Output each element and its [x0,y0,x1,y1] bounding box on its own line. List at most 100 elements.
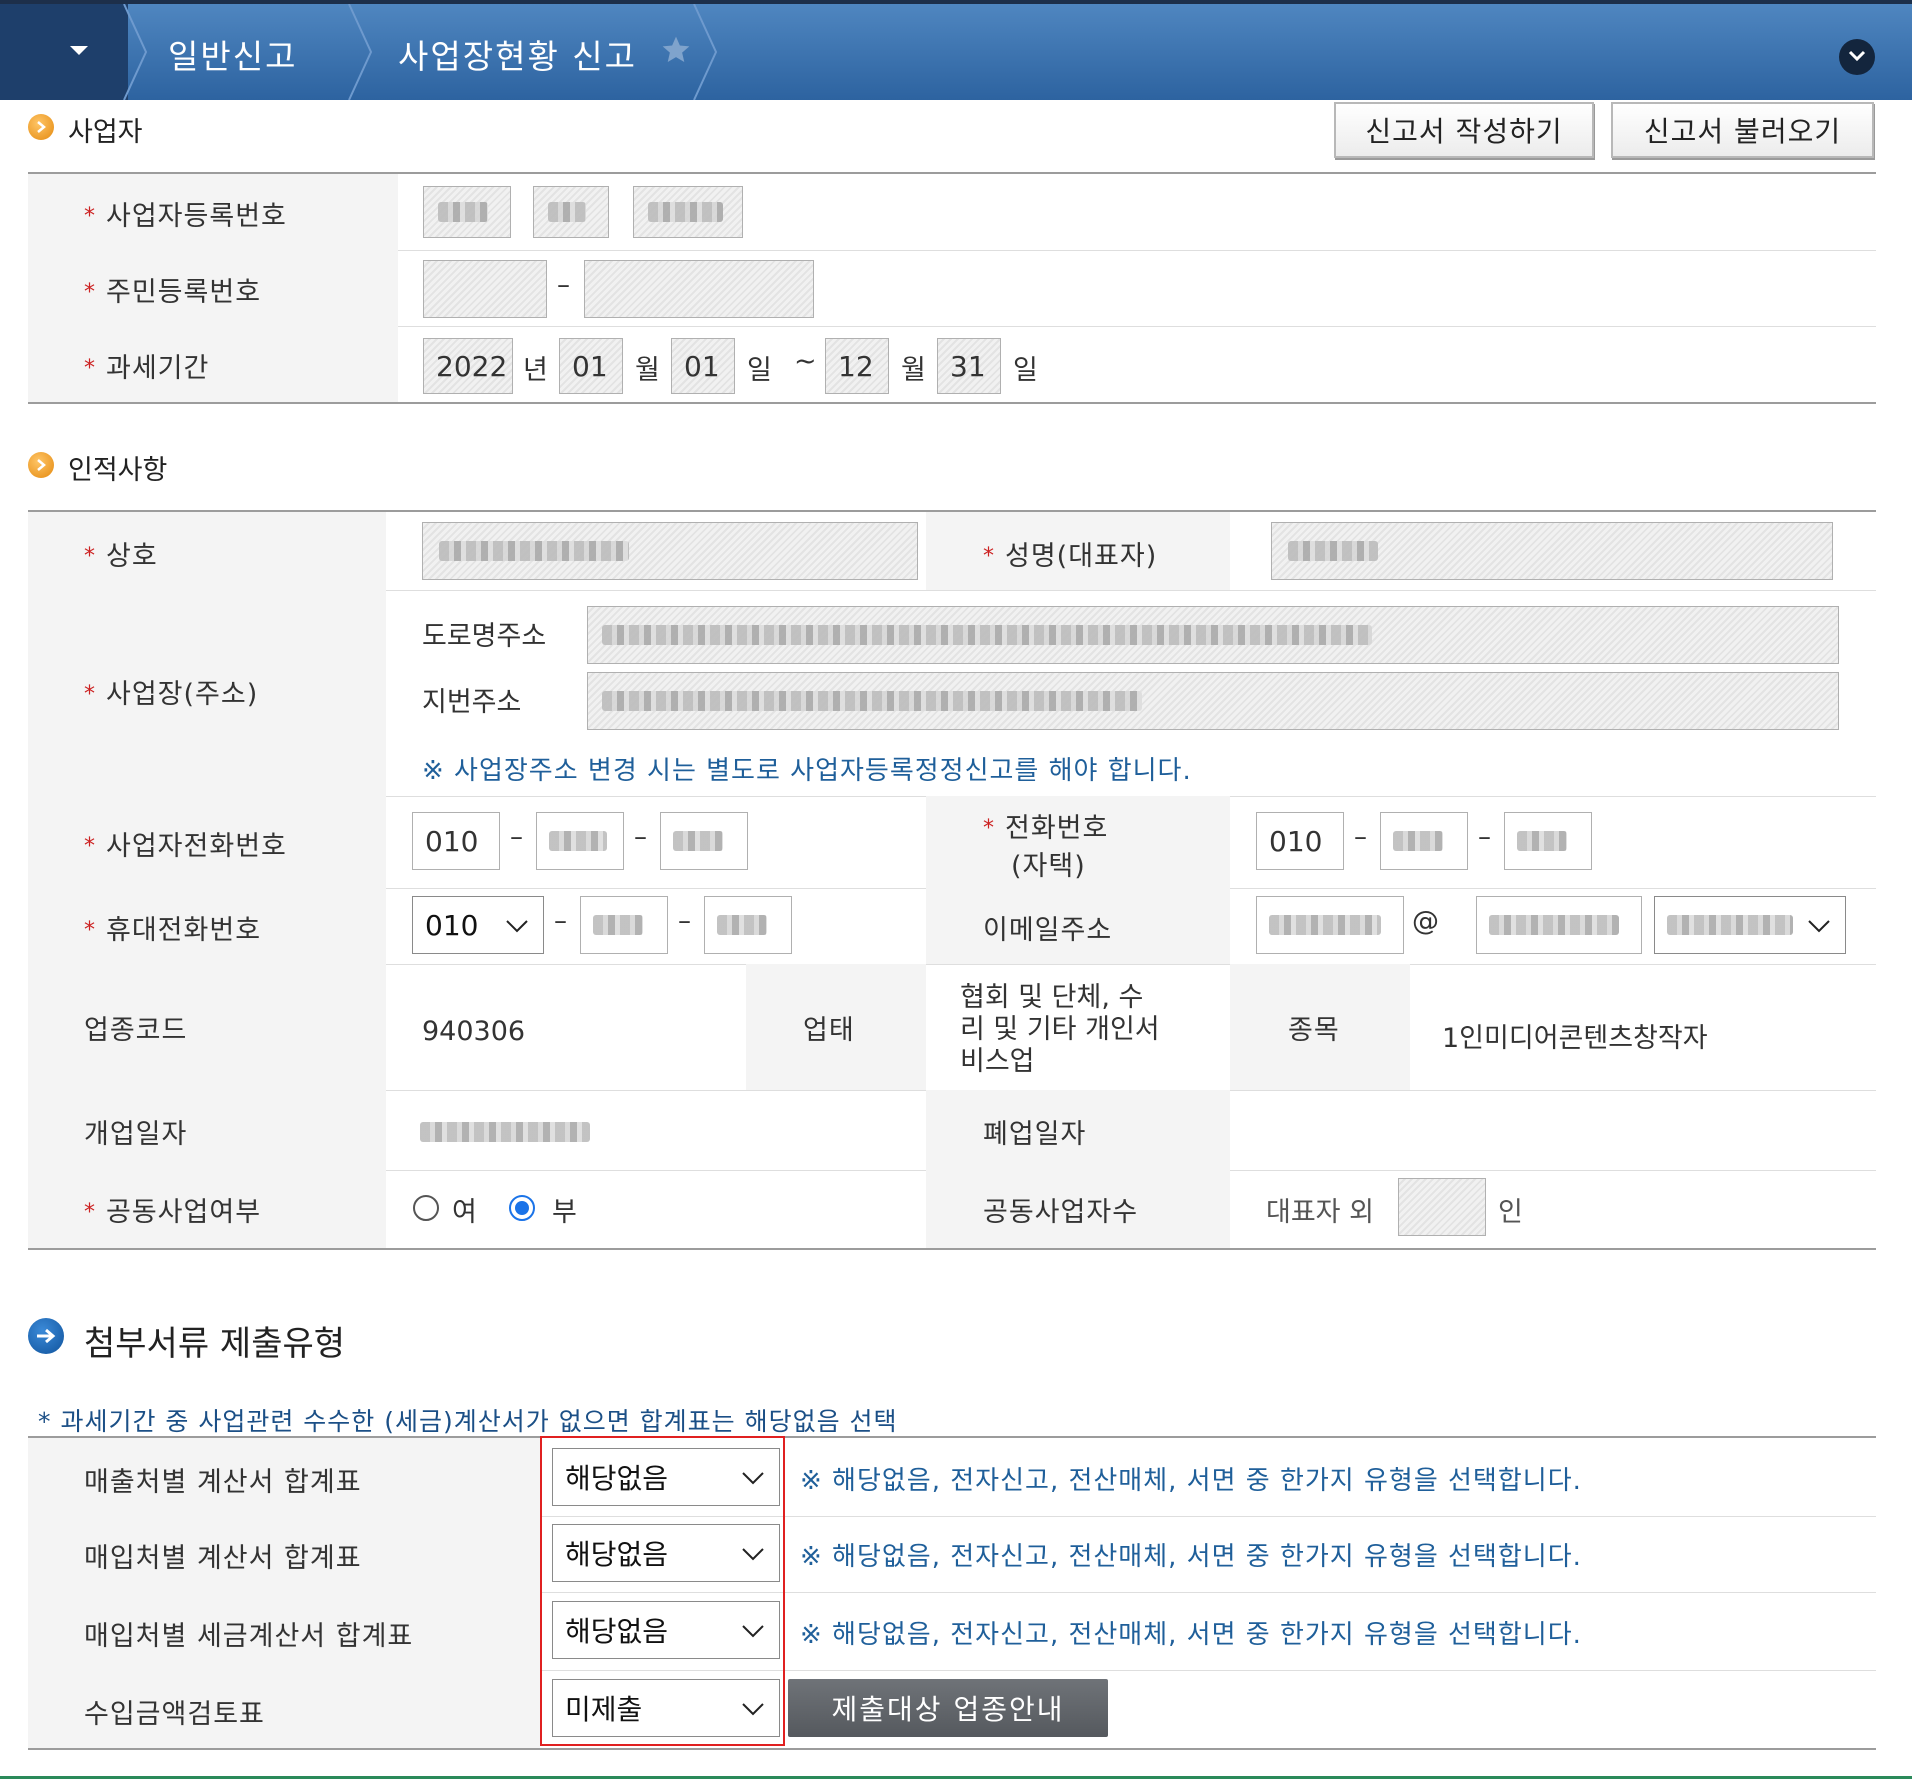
representative-label: * 성명(대표자) [983,541,1158,572]
open-date-label: 개업일자 [84,1119,188,1150]
mobile-last-input[interactable] [704,896,792,954]
tax-period-to-day-input[interactable]: 31 [937,338,1001,394]
joint-count-suffix: 인 [1498,1197,1523,1228]
biz-phone-area-input[interactable]: 010 [412,812,500,870]
home-phone-last-input[interactable] [1504,812,1592,870]
home-phone-label-suffix: (자택) [1011,851,1086,882]
address-label: * 사업장(주소) [84,679,259,710]
table-row: 매입처별 세금계산서 합계표 해당없음 ※ 해당없음, 전자신고, 전산매체, … [28,1592,1876,1671]
biz-reg-no-part3 [633,186,743,238]
resident-no-front-input[interactable] [423,260,547,318]
section-bullet-icon [28,1318,64,1354]
highlight-frame [540,1436,785,1746]
dash-separator: – [510,822,523,852]
industry-code-value: 940306 [422,1016,526,1047]
write-report-button[interactable]: 신고서 작성하기 [1334,102,1594,158]
trade-name-input [422,522,918,580]
day-unit: 일 [1013,355,1038,386]
attachment-label: 매입처별 세금계산서 합계표 [84,1621,414,1652]
table-row: * 사업장(주소) 도로명주소 지번주소 ※ 사업장주소 변경 시는 별도로 사업… [28,590,1876,797]
attachment-help-text: ※ 해당없음, 전자신고, 전산매체, 서면 중 한가지 유형을 선택합니다. [800,1466,1582,1496]
dash-separator: – [1478,822,1491,852]
industry-code-label: 업종코드 [84,1015,188,1046]
dash-separator: – [554,906,567,936]
tax-period-to-month-input[interactable]: 12 [825,338,889,394]
table-row: 개업일자 폐업일자 [28,1090,1876,1171]
lot-address-label: 지번주소 [422,687,522,718]
attachment-table: 매출처별 계산서 합계표 해당없음 ※ 해당없음, 전자신고, 전산매체, 서면… [28,1436,1876,1750]
personal-info-table: * 상호 * 성명(대표자) * 사업장(주소) 도로명주소 지번주소 ※ 사업장주소… [28,510,1876,1250]
joint-count-input[interactable] [1398,1178,1486,1236]
email-id-input[interactable] [1256,896,1404,954]
tax-period-from-month-input[interactable]: 01 [559,338,623,394]
breadcrumb-general-report[interactable]: 일반신고 [168,30,297,78]
section-title-personal: 인적사항 [68,455,168,486]
tilde-separator: ~ [794,346,817,377]
table-row: 매입처별 계산서 합계표 해당없음 ※ 해당없음, 전자신고, 전산매체, 서면… [28,1516,1876,1593]
open-date-value [420,1122,590,1142]
trade-name-label: * 상호 [84,541,158,572]
mobile-middle-input[interactable] [580,896,668,954]
lot-address-input [587,672,1839,730]
month-unit: 월 [901,355,926,386]
biz-phone-label: * 사업자전화번호 [84,831,287,862]
caret-down-icon [70,46,88,55]
business-type-value: 협회 및 단체, 수 리 및 기타 개인서 비스업 [960,982,1160,1077]
joint-business-no-radio[interactable] [509,1195,535,1221]
biz-phone-middle-input[interactable] [536,812,624,870]
road-address-label: 도로명주소 [422,621,547,652]
breadcrumb-divider [348,4,373,100]
business-table: * 사업자등록번호 * 주민등록번호 – * 과세기간 2022 년 01 월 01 … [28,172,1876,404]
collapse-button[interactable] [1839,39,1875,75]
table-row: * 상호 * 성명(대표자) [28,512,1876,591]
breadcrumb-divider [123,4,148,100]
attachment-label: 수입금액검토표 [84,1699,265,1730]
tax-period-from-day-input[interactable]: 01 [671,338,735,394]
email-at-sign: @ [1412,906,1439,937]
email-domain-select[interactable] [1654,896,1846,954]
table-row: * 주민등록번호 – [28,250,1876,327]
resident-no-back-input[interactable] [584,260,814,318]
attachment-label: 매입처별 계산서 합계표 [84,1543,362,1574]
year-unit: 년 [523,355,548,386]
menu-toggle-button[interactable] [0,4,128,100]
tax-period-year-input[interactable]: 2022 [423,338,513,394]
joint-count-label: 공동사업자수 [983,1197,1139,1228]
chevron-down-icon [1808,920,1830,933]
breadcrumb-business-status-report[interactable]: 사업장현황 신고 [398,30,637,78]
mobile-prefix-select[interactable]: 010 [412,896,544,954]
joint-business-yes-radio[interactable] [413,1195,439,1221]
mobile-label: * 휴대전화번호 [84,915,262,946]
dash-separator: – [1354,822,1367,852]
load-report-button[interactable]: 신고서 불러오기 [1611,102,1874,158]
section-bullet-icon [28,452,54,478]
business-type-label: 업태 [803,1015,855,1046]
biz-reg-no-part2 [533,186,609,238]
table-row: * 과세기간 2022 년 01 월 01 일 ~ 12 월 31 일 [28,326,1876,402]
home-phone-middle-input[interactable] [1380,812,1468,870]
home-phone-area-input[interactable]: 010 [1256,812,1344,870]
biz-reg-no-label: * 사업자등록번호 [84,201,287,232]
dash-separator: – [557,270,570,300]
resident-no-label: * 주민등록번호 [84,277,262,308]
road-address-input [587,606,1839,664]
email-domain-input[interactable] [1476,896,1642,954]
chevron-down-icon [506,920,528,933]
table-row: * 휴대전화번호 010 – – 이메일주소 @ [28,888,1876,965]
day-unit: 일 [747,355,772,386]
item-value: 1인미디어콘텐츠창작자 [1442,1023,1708,1054]
attachment-note: * 과세기간 중 사업관련 수수한 (세금)계산서가 없으면 합계표는 해당없음… [38,1407,898,1436]
section-title-business: 사업자 [68,117,143,148]
representative-input [1271,522,1833,580]
star-icon[interactable] [660,34,692,66]
item-label: 종목 [1288,1015,1340,1046]
section-title-attachments: 첨부서류 제출유형 [84,1324,346,1364]
home-phone-label: * 전화번호 [983,813,1109,844]
tax-period-label: * 과세기간 [84,353,210,384]
page-root: 일반신고 사업장현황 신고 사업자 신고서 작성하기 신고서 불러오기 * 사업자… [0,0,1912,1781]
industry-guide-button[interactable]: 제출대상 업종안내 [788,1679,1108,1737]
dash-separator: – [634,822,647,852]
table-row: 업종코드 940306 업태 협회 및 단체, 수 리 및 기타 개인서 비스업… [28,964,1876,1091]
address-change-note: ※ 사업장주소 변경 시는 별도로 사업자등록정정신고를 해야 합니다. [422,756,1192,786]
biz-phone-last-input[interactable] [660,812,748,870]
